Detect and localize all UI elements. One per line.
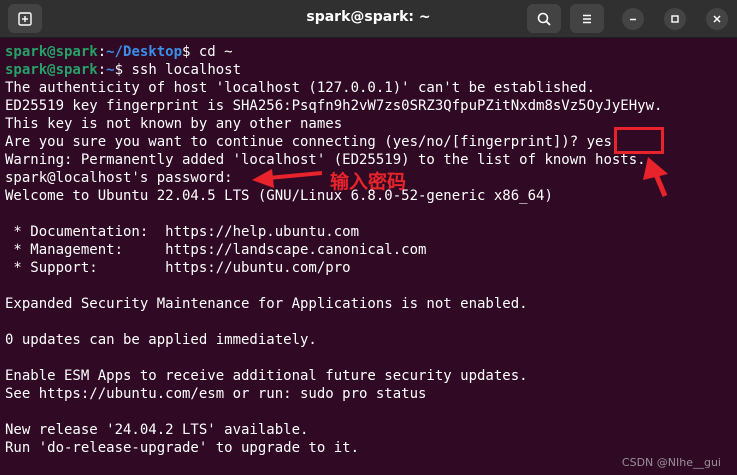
- password-prompt-line: spark@localhost's password:: [5, 170, 233, 186]
- prompt-command: cd ~: [190, 44, 233, 60]
- hamburger-menu-icon: [583, 14, 591, 23]
- output-line: * Documentation: https://help.ubuntu.com: [5, 224, 360, 240]
- prompt-path: ~/Desktop: [106, 44, 183, 60]
- terminal-window: spark@spark: ~ spark@spark:~/Desktop$ cd…: [0, 0, 737, 475]
- menu-button[interactable]: [570, 4, 604, 33]
- output-line: Welcome to Ubuntu 22.04.5 LTS (GNU/Linux…: [5, 188, 553, 204]
- prompt-user: spark@spark: [5, 62, 98, 78]
- output-line: See https://ubuntu.com/esm or run: sudo …: [5, 386, 427, 402]
- output-line: This key is not known by any other names: [5, 116, 343, 132]
- prompt-line-2: spark@spark:~$ ssh localhost: [5, 61, 241, 79]
- maximize-button[interactable]: [664, 8, 686, 30]
- minimize-icon: [630, 18, 636, 21]
- output-line: Warning: Permanently added 'localhost' (…: [5, 152, 646, 168]
- password-annotation-label: 输入密码: [330, 171, 407, 193]
- prompt-path: ~: [106, 62, 115, 78]
- output-line: New release '24.04.2 LTS' available.: [5, 422, 309, 438]
- search-icon: [537, 12, 551, 26]
- prompt-line-1: spark@spark:~/Desktop$ cd ~: [5, 43, 233, 61]
- watermark: CSDN @NIhe__gui: [621, 456, 721, 469]
- minimize-button[interactable]: [622, 8, 644, 30]
- output-line: 0 updates can be applied immediately.: [5, 332, 317, 348]
- output-line: Enable ESM Apps to receive additional fu…: [5, 368, 528, 384]
- close-icon: [713, 15, 721, 23]
- title-bar: spark@spark: ~: [0, 0, 737, 38]
- prompt-dollar: $: [114, 62, 124, 78]
- yes-highlight-box: [614, 127, 664, 154]
- output-line: Are you sure you want to continue connec…: [5, 134, 612, 150]
- output-line: Expanded Security Maintenance for Applic…: [5, 296, 528, 312]
- output-line: * Support: https://ubuntu.com/pro: [5, 260, 351, 276]
- output-line: Run 'do-release-upgrade' to upgrade to i…: [5, 440, 360, 456]
- search-button[interactable]: [527, 4, 561, 33]
- terminal-output[interactable]: spark@spark:~/Desktop$ cd ~ spark@spark:…: [0, 38, 737, 475]
- output-line: * Management: https://landscape.canonica…: [5, 242, 427, 258]
- prompt-user: spark@spark: [5, 44, 98, 60]
- output-line: ED25519 key fingerprint is SHA256:Psqfn9…: [5, 98, 663, 114]
- maximize-icon: [671, 15, 679, 23]
- prompt-command: ssh localhost: [123, 62, 242, 78]
- prompt-separator: :: [97, 62, 107, 78]
- output-line: The authenticity of host 'localhost (127…: [5, 80, 596, 96]
- prompt-separator: :: [97, 44, 107, 60]
- close-button[interactable]: [706, 8, 728, 30]
